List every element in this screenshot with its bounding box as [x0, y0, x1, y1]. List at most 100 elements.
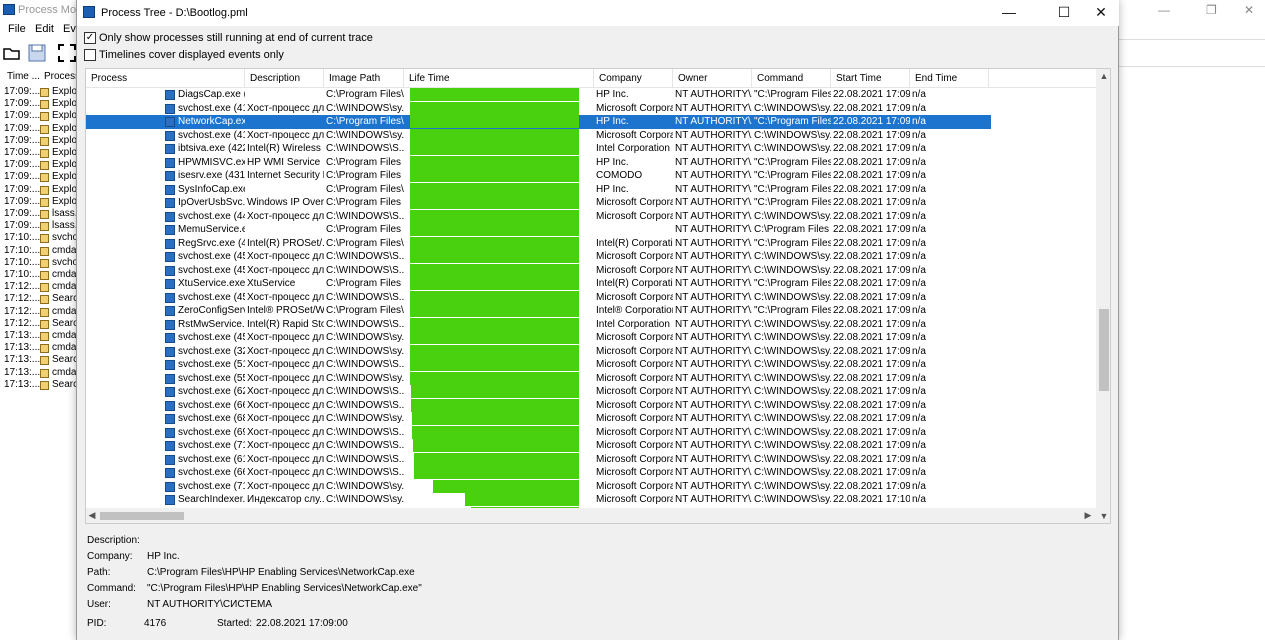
save-icon[interactable]	[28, 44, 46, 62]
process-row[interactable]: DiagsCap.exe (41 C:\Program Files\... HP I…	[86, 88, 991, 102]
menu-edit[interactable]: Edit	[35, 23, 54, 35]
column-header-start-time[interactable]: Start Time	[831, 69, 910, 88]
process-row[interactable]: svchost.exe (320Хост-процесс дл...C:\WIN…	[86, 344, 991, 359]
process-row[interactable]: svchost.exe (450Хост-процесс дл...C:\WIN…	[86, 250, 991, 264]
column-header-image-path[interactable]: Image Path	[324, 69, 404, 88]
scroll-up-icon[interactable]: ▲	[1098, 71, 1110, 83]
process-owner: NT AUTHORITY\...	[675, 116, 752, 127]
process-row[interactable]: svchost.exe (451Хост-процесс дл...C:\WIN…	[86, 263, 991, 278]
process-row[interactable]: svchost.exe (628Хост-процесс дл...C:\WIN…	[86, 385, 991, 399]
process-company: Microsoft Corporat...	[596, 494, 673, 505]
process-row[interactable]: svchost.exe (662Хост-процесс дл...C:\WIN…	[86, 398, 991, 413]
column-header-command[interactable]: Command	[752, 69, 831, 88]
event-row[interactable]: 17:13:... Search	[0, 379, 78, 391]
event-row[interactable]: 17:09:... Explor	[0, 171, 78, 183]
process-icon	[40, 356, 49, 366]
event-row[interactable]: 17:10:... svchos	[0, 257, 78, 269]
event-row[interactable]: 17:13:... Search	[0, 354, 78, 366]
process-row[interactable]: svchost.exe (556Хост-процесс дл...C:\WIN…	[86, 371, 991, 386]
minimize-icon[interactable]: —	[1158, 3, 1170, 17]
process-row[interactable]: svchost.exe (694Хост-процесс дл...C:\WIN…	[86, 425, 991, 440]
process-row[interactable]: SysInfoCap.exe (4 C:\Program Files\... HP …	[86, 182, 991, 197]
event-row[interactable]: 17:13:... cmdag	[0, 342, 78, 354]
process-row[interactable]: NetworkCap.exe C:\Program Files\... HP Inc…	[86, 115, 991, 129]
event-row[interactable]: 17:09:... lsass.e	[0, 208, 78, 220]
event-row[interactable]: 17:12:... cmdag	[0, 306, 78, 318]
event-row[interactable]: 17:09:... Explor	[0, 135, 78, 147]
column-header-end-time[interactable]: End Time	[910, 69, 989, 88]
process-row[interactable]: svchost.exe (416Хост-процесс дл...C:\WIN…	[86, 101, 991, 116]
process-row[interactable]: svchost.exe (712Хост-процесс дл...C:\WIN…	[86, 479, 991, 494]
horizontal-scrollbar[interactable]: ◀ ▶	[86, 508, 1096, 523]
process-icon	[40, 234, 49, 244]
process-row[interactable]: RstMwService.exeIntel(R) Rapid Stor...C:…	[86, 317, 991, 332]
vertical-scroll-thumb[interactable]	[1099, 309, 1109, 391]
checkbox-checked-icon[interactable]: ✓	[84, 32, 96, 44]
process-icon	[40, 246, 49, 256]
process-row[interactable]: svchost.exe (618Хост-процесс дл...C:\WIN…	[86, 452, 991, 467]
event-row[interactable]: 17:09:... Explor	[0, 159, 78, 171]
column-header-owner[interactable]: Owner	[673, 69, 752, 88]
process-row[interactable]: svchost.exe (456Хост-процесс дл...C:\WIN…	[86, 290, 991, 305]
process-row[interactable]: XtuService.exe (4XtuService C:\Program Fi…	[86, 277, 991, 291]
process-row[interactable]: ibtsiva.exe (4228)Intel(R) Wireless B...…	[86, 142, 991, 156]
column-header-process[interactable]: Process	[86, 69, 245, 88]
process-row[interactable]: SearchIndexer.exeИндексатор слу...C:\WIN…	[86, 493, 991, 507]
close-icon[interactable]: ✕	[1244, 3, 1254, 17]
process-row[interactable]: HPWMISVC.exe HP WMI Service C:\Program Fil…	[86, 155, 991, 170]
close-icon[interactable]: ✕	[1079, 0, 1123, 26]
column-header-life-time[interactable]: Life Time	[404, 69, 594, 88]
column-header-company[interactable]: Company	[594, 69, 673, 88]
started-value: 22.08.2021 17:09:00	[256, 618, 348, 629]
process-row[interactable]: svchost.exe (513Хост-процесс дл...C:\WIN…	[86, 358, 991, 372]
process-icon	[40, 173, 49, 183]
process-row[interactable]: IpOverUsbSvc.exeWindows IP Over ...C:\Pr…	[86, 196, 991, 210]
process-row[interactable]: svchost.exe (710Хост-процесс дл...C:\WIN…	[86, 439, 991, 453]
event-row[interactable]: 17:10:... svchos	[0, 232, 78, 244]
process-row[interactable]: svchost.exe (668Хост-процесс дл...C:\WIN…	[86, 466, 991, 480]
event-row[interactable]: 17:09:... Explor	[0, 184, 78, 196]
event-row[interactable]: 17:09:... Explor	[0, 110, 78, 122]
event-row[interactable]: 17:09:... Explor	[0, 123, 78, 135]
scroll-down-icon[interactable]: ▼	[1098, 511, 1110, 523]
event-row[interactable]: 17:09:... lsass.e	[0, 220, 78, 232]
event-row[interactable]: 17:09:... Explor	[0, 196, 78, 208]
process-row[interactable]: isesrv.exe (4312)Internet Security E...C…	[86, 169, 991, 183]
event-row[interactable]: 17:12:... Search	[0, 318, 78, 330]
event-row[interactable]: 17:13:... cmdag	[0, 330, 78, 342]
restore-icon[interactable]: ❐	[1206, 3, 1217, 17]
process-icon	[40, 319, 49, 329]
event-row[interactable]: 17:10:... cmdag	[0, 269, 78, 281]
event-row[interactable]: 17:12:... Search	[0, 293, 78, 305]
event-row[interactable]: 17:13:... cmdag	[0, 367, 78, 379]
process-name: svchost.exe (450	[178, 251, 245, 262]
event-time: 17:09:...	[4, 208, 41, 219]
scroll-right-icon[interactable]: ▶	[1082, 510, 1094, 522]
process-row[interactable]: svchost.exe (443Хост-процесс дл...C:\WIN…	[86, 209, 991, 224]
process-end-time: n/a	[912, 170, 926, 181]
process-row[interactable]: RegSrvc.exe (444Intel(R) PROSet/...C:\Pr…	[86, 236, 991, 251]
vertical-scrollbar[interactable]: ▲ ▼	[1096, 69, 1110, 523]
column-header-description[interactable]: Description	[245, 69, 324, 88]
process-row[interactable]: MemuService.exe C:\Program Files (... NT A…	[86, 223, 991, 237]
event-row[interactable]: 17:10:... cmdag	[0, 245, 78, 257]
process-row[interactable]: svchost.exe (688Хост-процесс дл...C:\WIN…	[86, 412, 991, 426]
menu-file[interactable]: File	[8, 23, 26, 35]
event-row[interactable]: 17:09:... Explor	[0, 98, 78, 110]
event-row[interactable]: 17:09:... Explor	[0, 86, 78, 98]
minimize-icon[interactable]: —	[987, 0, 1031, 26]
process-name: RegSrvc.exe (444	[178, 237, 245, 249]
event-row[interactable]: 17:09:... Explor	[0, 147, 78, 159]
event-time: 17:10:...	[4, 269, 41, 280]
checkbox-unchecked-icon[interactable]	[84, 49, 96, 61]
open-folder-icon[interactable]	[3, 44, 21, 62]
process-row[interactable]: svchost.exe (418Хост-процесс дл...C:\WIN…	[86, 128, 991, 143]
event-row[interactable]: 17:12:... cmdag	[0, 281, 78, 293]
column-header-process[interactable]: Process	[44, 71, 80, 87]
scroll-left-icon[interactable]: ◀	[86, 510, 98, 522]
process-row[interactable]: ZeroConfigServiceIntel® PROSet/W...C:\Pr…	[86, 304, 991, 318]
capture-frame-icon[interactable]	[58, 44, 76, 62]
column-header-time[interactable]: Time ...	[7, 71, 40, 87]
process-row[interactable]: svchost.exe (459Хост-процесс дл...C:\WIN…	[86, 331, 991, 345]
horizontal-scroll-thumb[interactable]	[100, 512, 184, 520]
